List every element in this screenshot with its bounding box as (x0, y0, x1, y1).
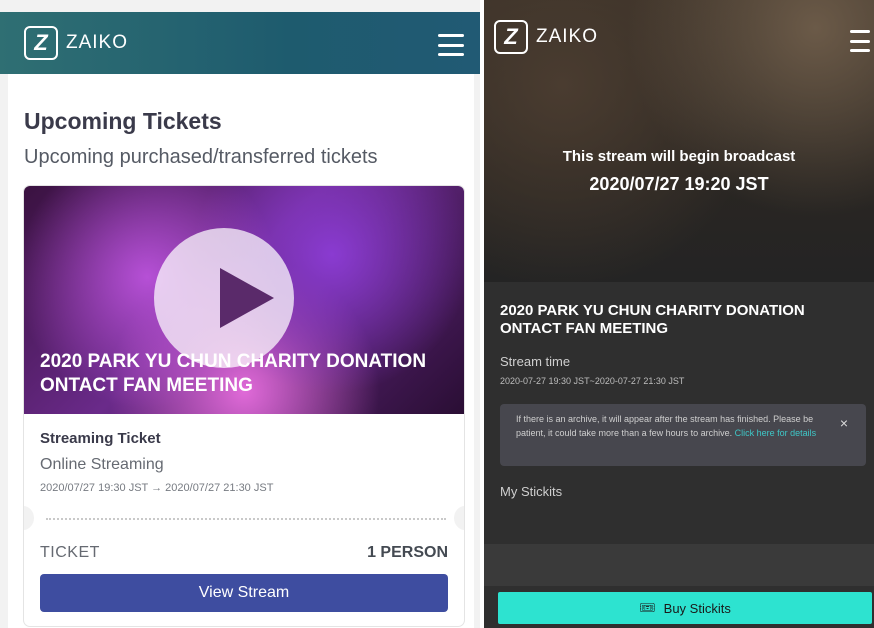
play-icon[interactable] (220, 268, 274, 328)
stream-screen: Z ZAIKO This stream will begin broadcast… (484, 0, 874, 628)
ticket-perforation-divider (46, 518, 446, 520)
buy-stickits-button[interactable]: 🎟 Buy Stickits (498, 592, 872, 624)
page-title: Upcoming Tickets (24, 108, 222, 134)
hamburger-menu-icon[interactable] (850, 30, 870, 52)
close-icon[interactable]: × (840, 416, 848, 430)
broadcast-start-time: 2020/07/27 19:20 JST (589, 174, 769, 194)
my-stickits-label: My Stickits (500, 484, 563, 499)
details-link[interactable]: Click here for details (735, 428, 817, 438)
ticket-icon: 🎟 (639, 600, 656, 615)
buy-stickits-label: Buy Stickits (663, 600, 731, 616)
zaiko-wordmark: ZAIKO (66, 32, 129, 53)
app-screens: Z ZAIKO Upcoming Tickets Upcoming purcha… (0, 0, 874, 628)
view-stream-button[interactable]: View Stream (40, 574, 448, 612)
event-title: 2020 PARK YU CHUN CHARITY DONATION ONTAC… (40, 351, 427, 396)
zaiko-wordmark: ZAIKO (536, 26, 599, 47)
archive-notice: If there is an archive, it will appear a… (500, 404, 866, 466)
main-content: Upcoming Tickets Upcoming purchased/tran… (8, 74, 474, 628)
stream-time-value: 2020-07-27 19:30 JST~2020-07-27 21:30 JS… (500, 376, 685, 386)
zaiko-logo-icon: Z (494, 20, 528, 54)
upcoming-tickets-screen: Z ZAIKO Upcoming Tickets Upcoming purcha… (0, 0, 480, 628)
stream-time-label: Stream time (500, 354, 571, 369)
event-thumbnail[interactable]: 2020 PARK YU CHUN CHARITY DONATION ONTAC… (24, 186, 464, 414)
hamburger-menu-icon[interactable] (438, 34, 464, 56)
ticket-card: 2020 PARK YU CHUN CHARITY DONATION ONTAC… (24, 186, 464, 626)
ticket-notch-left (24, 506, 34, 530)
ticket-type: Streaming Ticket (40, 430, 161, 447)
ticket-label: TICKET (40, 544, 100, 561)
ticket-mode: Online Streaming (40, 456, 164, 473)
event-title: 2020 PARK YU CHUN CHARITY DONATION ONTAC… (500, 302, 805, 337)
stickits-area (484, 544, 874, 586)
zaiko-logo[interactable]: Z ZAIKO (494, 20, 598, 54)
broadcast-notice: This stream will begin broadcast (562, 148, 796, 165)
ticket-datetime: 2020/07/27 19:30 JST → 2020/07/27 21:30 … (40, 482, 274, 494)
zaiko-logo-icon: Z (24, 26, 58, 60)
ticket-count: 1 PERSON (367, 544, 448, 561)
zaiko-logo[interactable]: Z ZAIKO (24, 26, 128, 60)
page-subtitle: Upcoming purchased/transferred tickets (24, 146, 378, 168)
ticket-notch-right (454, 506, 464, 530)
